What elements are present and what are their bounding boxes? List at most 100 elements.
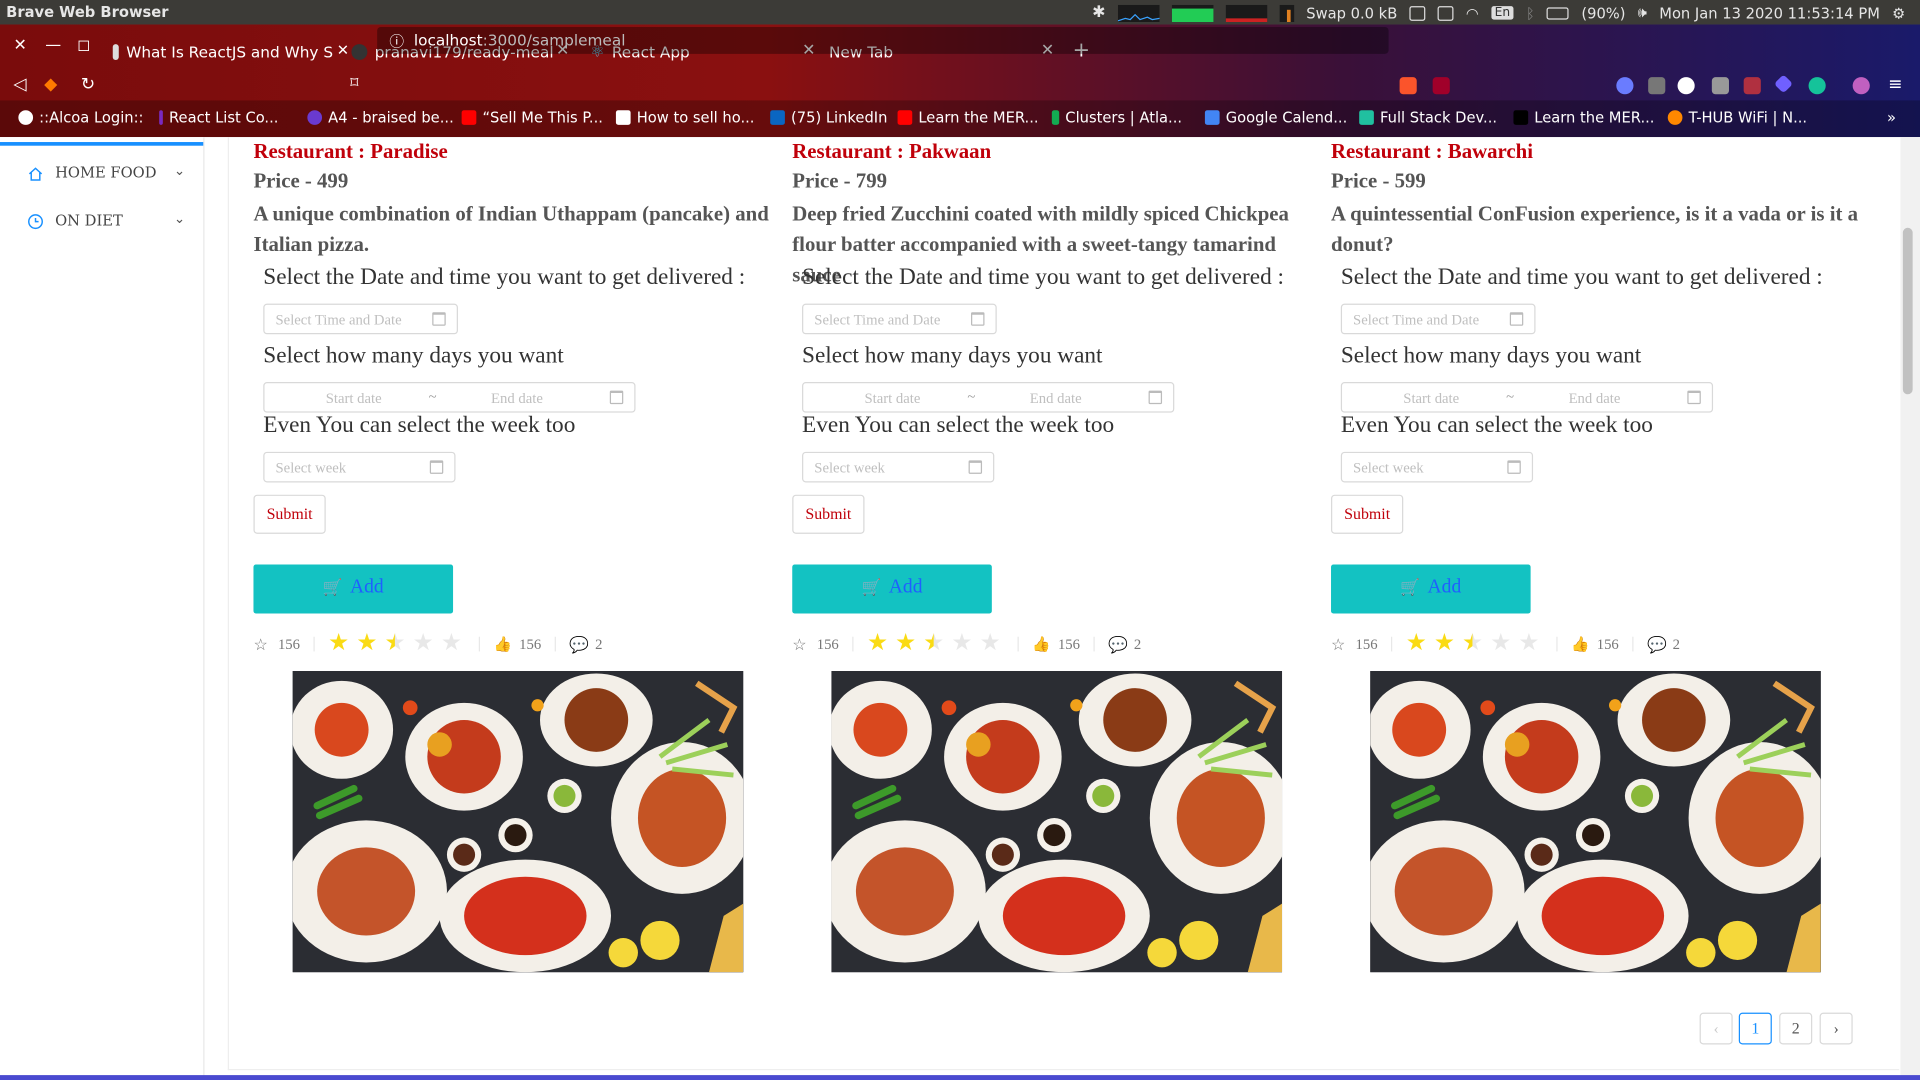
info-icon[interactable]: ⓘ [389,31,404,52]
submit-button[interactable]: Submit [792,494,865,534]
week-picker[interactable]: Select week [263,451,456,483]
rating-star-icon[interactable]: ★ [328,631,349,656]
bookmarks-overflow-icon[interactable]: » [1887,109,1896,126]
pagination-page-1[interactable]: 1 [1738,1012,1772,1045]
window-close-icon[interactable]: ✕ [13,37,26,55]
pagination-page-2[interactable]: 2 [1779,1012,1813,1045]
rating-star-icon[interactable]: ★ [923,631,944,656]
bookmark-item[interactable]: A4 - braised be... [307,109,454,126]
pagination-next-button[interactable]: › [1819,1012,1853,1045]
comment-icon[interactable]: 💬 [1108,636,1128,656]
address-bar[interactable]: ⓘ localhost:3000/samplemeal [377,26,1389,54]
grammarly-icon[interactable] [1808,77,1826,95]
star-rating[interactable]: ★ ★ ★ ★ ★ [867,631,1014,656]
rating-star-icon[interactable]: ★ [413,631,434,656]
add-to-cart-button[interactable]: 🛒 Add [1331,564,1531,614]
bookmark-item[interactable]: How to sell ho... [615,109,754,126]
sidebar-item-on-diet[interactable]: ON DIET ⌄ [0,207,203,236]
star-rating[interactable]: ★ ★ ★ ★ ★ [1406,631,1553,656]
week-picker[interactable]: Select week [1340,451,1534,483]
date-range-picker[interactable]: Start date ~ End date [1340,382,1714,413]
clock-icon [28,214,43,230]
bookmark-item[interactable]: ::Alcoa Login:: [18,109,144,126]
sidebar-item-home-food[interactable]: HOME FOOD ⌄ [0,159,203,188]
settings-gear-icon[interactable]: ⚙ [1892,4,1905,21]
date-time-picker[interactable]: Select Time and Date [802,303,997,335]
bluetooth-icon[interactable]: ᛒ [1526,4,1535,21]
disk-graph-icon [1279,4,1295,22]
reload-icon[interactable]: ↻ [81,75,95,95]
rating-star-icon[interactable]: ★ [1434,631,1455,656]
rating-star-icon[interactable]: ★ [1406,631,1427,656]
profile-avatar-icon[interactable] [1852,77,1870,95]
date-time-picker[interactable]: Select Time and Date [263,303,458,335]
tab-close-icon[interactable]: ✕ [337,42,349,59]
bookmark-item[interactable]: Learn the MER... [1513,109,1654,126]
like-icon[interactable]: 👍 [1571,636,1589,654]
browser-menu-icon[interactable]: ≡ [1888,75,1902,95]
rating-star-icon[interactable]: ★ [384,631,405,656]
add-to-cart-button[interactable]: 🛒 Add [792,564,992,614]
rating-star-icon[interactable]: ★ [1490,631,1511,656]
star-outline-icon[interactable]: ☆ [1331,636,1345,656]
bookmark-favicon-icon [159,110,163,125]
extension-tag-icon[interactable] [1711,77,1729,95]
week-placeholder: Select week [1353,459,1424,477]
calendar-icon [1687,390,1701,405]
week-picker[interactable]: Select week [802,451,995,483]
rating-star-icon[interactable]: ★ [356,631,377,656]
brave-rewards-icon[interactable] [1432,77,1450,95]
star-outline-icon[interactable]: ☆ [792,636,806,656]
like-icon[interactable]: 👍 [493,636,511,654]
rating-star-icon[interactable]: ★ [1518,631,1539,656]
bookmark-item[interactable]: T-HUB WiFi | N... [1667,109,1807,126]
add-to-cart-button[interactable]: 🛒 Add [253,564,454,614]
brave-shields-icon[interactable] [1399,77,1417,95]
bookmark-item[interactable]: “Sell Me This P... [461,109,603,126]
bookmark-icon[interactable]: ⌑ [350,75,358,93]
date-time-picker[interactable]: Select Time and Date [1340,303,1536,335]
rating-star-icon[interactable]: ★ [867,631,888,656]
window-minimize-icon[interactable]: — [45,37,61,55]
submit-button[interactable]: Submit [253,494,326,534]
rating-star-icon[interactable]: ★ [441,631,462,656]
rating-star-icon[interactable]: ★ [1462,631,1483,656]
extension-chat-icon[interactable] [1616,77,1634,95]
tab-0[interactable]: What Is ReactJS and Why S [112,39,333,63]
rating-star-icon[interactable]: ★ [980,631,1001,656]
scrollbar-thumb[interactable] [1902,227,1913,395]
back-arrow-icon[interactable]: ◁ [13,75,26,95]
star-outline-icon[interactable]: ☆ [253,636,267,656]
os-clock[interactable]: Mon Jan 13 2020 11:53:14 PM [1659,4,1880,21]
volume-icon[interactable]: 🕪 [1638,4,1647,22]
battery-icon[interactable] [1547,6,1570,19]
like-icon[interactable]: 👍 [1032,636,1050,654]
date-range-picker[interactable]: Start date ~ End date [263,382,636,413]
extension-diamond-icon[interactable] [1773,74,1793,94]
comment-icon[interactable]: 💬 [569,636,589,656]
bookmark-item[interactable]: Full Stack Dev... [1359,109,1497,126]
comment-icon[interactable]: 💬 [1647,636,1667,656]
bookmark-item[interactable]: React List Co... [159,109,278,126]
extension-translate-icon[interactable] [1677,77,1695,95]
submit-button[interactable]: Submit [1331,494,1404,534]
clipboard-icon[interactable] [1409,5,1426,21]
display-icon[interactable] [1437,5,1454,21]
bookmark-item[interactable]: Google Calend... [1204,109,1347,126]
extension-grey-icon[interactable] [1648,77,1666,95]
slack-icon[interactable]: ✱ [1092,4,1105,22]
pagination-prev-button[interactable]: ‹ [1699,1012,1733,1045]
window-maximize-icon[interactable]: ◻ [77,37,90,55]
keyboard-layout[interactable]: En [1490,6,1514,20]
star-rating[interactable]: ★ ★ ★ ★ ★ [328,631,475,656]
divider [554,636,556,652]
bookmark-item[interactable]: Learn the MER... [897,109,1039,126]
forward-arrow-icon[interactable]: ◆ [44,75,57,95]
rating-star-icon[interactable]: ★ [951,631,972,656]
extension-record-icon[interactable] [1743,77,1761,95]
date-range-picker[interactable]: Start date ~ End date [802,382,1175,413]
wifi-icon[interactable]: ◠ [1466,4,1479,21]
bookmark-item[interactable]: Clusters | Atla... [1051,109,1182,126]
rating-star-icon[interactable]: ★ [895,631,916,656]
bookmark-item[interactable]: (75) LinkedIn [770,109,887,126]
